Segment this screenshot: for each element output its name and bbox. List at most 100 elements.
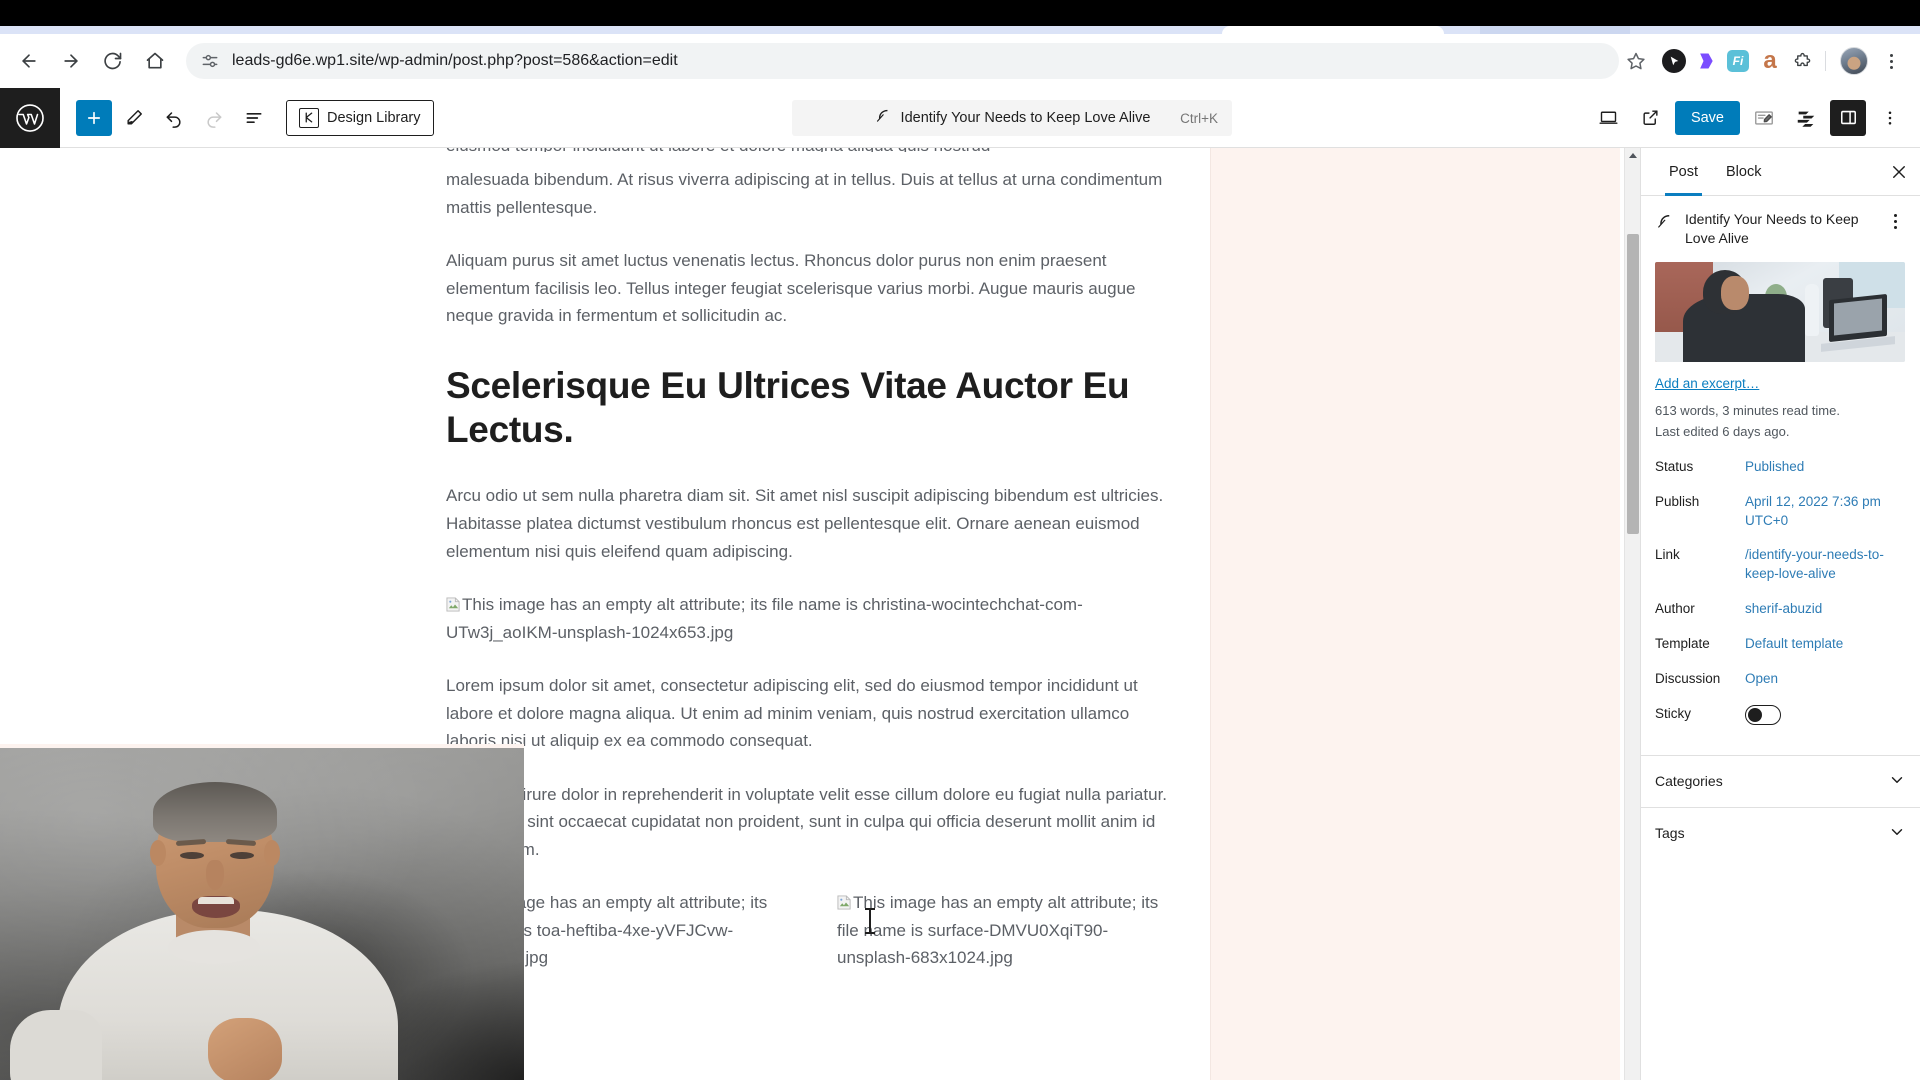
text-cursor: [865, 908, 875, 934]
add-excerpt-link[interactable]: Add an excerpt…: [1655, 376, 1906, 391]
broken-image-alt-text: This image has an empty alt attribute; i…: [837, 893, 1159, 968]
sidebar-section-label: Tags: [1655, 825, 1685, 842]
tab-post[interactable]: Post: [1655, 148, 1712, 196]
address-bar[interactable]: leads-gd6e.wp1.site/wp-admin/post.php?po…: [186, 43, 1619, 79]
document-overview-button[interactable]: [236, 100, 272, 136]
editor-tools: [76, 99, 272, 136]
sticky-toggle[interactable]: [1745, 704, 1781, 725]
post-actions-kebab-icon[interactable]: [1884, 214, 1906, 229]
save-button[interactable]: Save: [1674, 100, 1740, 135]
canvas-scrollbar[interactable]: [1624, 148, 1640, 1080]
command-bar-title: Identify Your Needs to Keep Love Alive: [900, 110, 1151, 126]
paragraph-block[interactable]: Lorem ipsum dolor sit amet, consectetur …: [446, 672, 1176, 755]
column-right[interactable]: This image has an empty alt attribute; i…: [837, 889, 1176, 998]
wordpress-logo[interactable]: [0, 87, 60, 148]
jetpack-edit-icon[interactable]: [1746, 100, 1782, 136]
webcam-person-arm: [10, 1010, 102, 1080]
view-preview-external-icon[interactable]: [1633, 100, 1669, 136]
paragraph-block[interactable]: Aliquam purus sit amet luctus venenatis …: [446, 247, 1176, 330]
design-library-button[interactable]: Design Library: [286, 99, 434, 136]
toolbar-divider: [1825, 51, 1826, 71]
home-icon[interactable]: [138, 44, 172, 78]
field-value-author[interactable]: sherif-abuzid: [1745, 600, 1906, 619]
field-link: Link /identify-your-needs-to-keep-love-a…: [1655, 546, 1906, 584]
featured-image-thumbnail[interactable]: [1655, 261, 1905, 362]
field-value-status[interactable]: Published: [1745, 458, 1906, 477]
close-icon[interactable]: [1882, 155, 1916, 189]
cursor-extension-icon[interactable]: [1659, 46, 1689, 76]
post-title-row: Identify Your Needs to Keep Love Alive: [1655, 210, 1906, 248]
sidebar-tabs: Post Block: [1641, 148, 1920, 196]
streamlabs-extension-icon[interactable]: [1691, 46, 1721, 76]
browser-tab-strip[interactable]: [0, 0, 1920, 26]
fi-extension-icon[interactable]: Fi: [1723, 46, 1753, 76]
scrollbar-thumb[interactable]: [1627, 234, 1639, 534]
design-library-icon: [299, 107, 319, 128]
post-body[interactable]: malesuada bibendum. At risus viverra adi…: [446, 148, 1176, 998]
webcam-person-hair: [153, 782, 277, 842]
add-block-button[interactable]: [76, 99, 112, 136]
paragraph-block[interactable]: Duis aute irure dolor in reprehenderit i…: [446, 781, 1176, 864]
inactive-tab[interactable]: [1480, 26, 1630, 34]
field-value-template[interactable]: Default template: [1745, 635, 1906, 654]
browser-toolbar: leads-gd6e.wp1.site/wp-admin/post.php?po…: [0, 34, 1920, 88]
field-discussion: Discussion Open: [1655, 670, 1906, 689]
tab-block[interactable]: Block: [1712, 148, 1775, 196]
forward-icon[interactable]: [54, 44, 88, 78]
broken-image-block[interactable]: This image has an empty alt attribute; i…: [837, 889, 1176, 972]
chevron-down-icon: [1888, 823, 1906, 844]
broken-image-icon: [837, 895, 852, 910]
featured-image-bottle: [1805, 283, 1819, 336]
webcam-person-ear-left: [150, 840, 166, 866]
view-desktop-icon[interactable]: [1591, 100, 1627, 136]
field-sticky: Sticky: [1655, 704, 1906, 725]
columns-block: This image has an empty alt attribute; i…: [446, 889, 1176, 998]
options-kebab-icon[interactable]: [1872, 100, 1908, 136]
webcam-video-overlay[interactable]: [0, 744, 524, 1080]
field-label: Link: [1655, 547, 1680, 563]
field-value-discussion[interactable]: Open: [1745, 670, 1906, 689]
broken-image-alt-text: This image has an empty alt attribute; i…: [446, 595, 1083, 642]
word-count-text: 613 words, 3 minutes read time.: [1655, 402, 1840, 418]
tune-site-settings-icon[interactable]: [200, 51, 220, 71]
settings-sidebar-icon[interactable]: [1830, 99, 1866, 136]
scroll-up-arrow-icon[interactable]: [1629, 153, 1637, 158]
webcam-person-hand: [208, 1018, 282, 1080]
paragraph-block[interactable]: Arcu odio ut sem nulla pharetra diam sit…: [446, 482, 1176, 565]
field-value-link[interactable]: /identify-your-needs-to-keep-love-alive: [1745, 546, 1906, 584]
sidebar-item-tags[interactable]: Tags: [1641, 806, 1920, 859]
chevron-down-icon: [1888, 771, 1906, 792]
broken-image-block[interactable]: This image has an empty alt attribute; i…: [446, 591, 1176, 646]
active-tab[interactable]: [1222, 26, 1444, 34]
back-icon[interactable]: [12, 44, 46, 78]
sidebar-section-label: Categories: [1655, 773, 1723, 790]
feather-post-icon: [1655, 212, 1675, 235]
puzzle-extensions-icon[interactable]: [1787, 46, 1817, 76]
heading-block[interactable]: Scelerisque Eu Ultrices Vitae Auctor Eu …: [446, 364, 1176, 453]
undo-button[interactable]: [156, 100, 192, 136]
avatar[interactable]: [1840, 47, 1868, 75]
paragraph-block[interactable]: malesuada bibendum. At risus viverra adi…: [446, 166, 1176, 221]
webcam-person-nose: [206, 860, 224, 890]
sidebar-item-categories[interactable]: Categories: [1641, 754, 1920, 807]
field-label: Status: [1655, 458, 1694, 474]
feather-post-icon: [874, 107, 891, 129]
webcam-person-teeth: [198, 897, 234, 904]
command-bar[interactable]: Identify Your Needs to Keep Love Alive C…: [792, 100, 1232, 136]
command-bar-shortcut: Ctrl+K: [1180, 110, 1218, 126]
star-outline-icon[interactable]: [1619, 44, 1653, 78]
field-value-publish[interactable]: April 12, 2022 7:36 pm UTC+0: [1745, 493, 1906, 531]
design-library-label: Design Library: [327, 109, 421, 126]
field-label: Sticky: [1655, 705, 1692, 721]
post-fields: Status Published Publish April 12, 2022 …: [1641, 442, 1920, 755]
featured-image-laptop-content: [1834, 298, 1882, 336]
redo-button[interactable]: [196, 100, 232, 136]
edit-tool-button[interactable]: [116, 100, 152, 136]
post-title[interactable]: Identify Your Needs to Keep Love Alive: [1685, 210, 1874, 248]
amazon-extension-icon[interactable]: a: [1755, 46, 1785, 76]
kebab-menu-icon[interactable]: [1876, 46, 1906, 76]
reload-icon[interactable]: [96, 44, 130, 78]
yoast-seo-icon[interactable]: [1788, 100, 1824, 136]
extension-icons: Fi a: [1659, 46, 1920, 76]
webcam-person-ear-right: [264, 840, 280, 866]
